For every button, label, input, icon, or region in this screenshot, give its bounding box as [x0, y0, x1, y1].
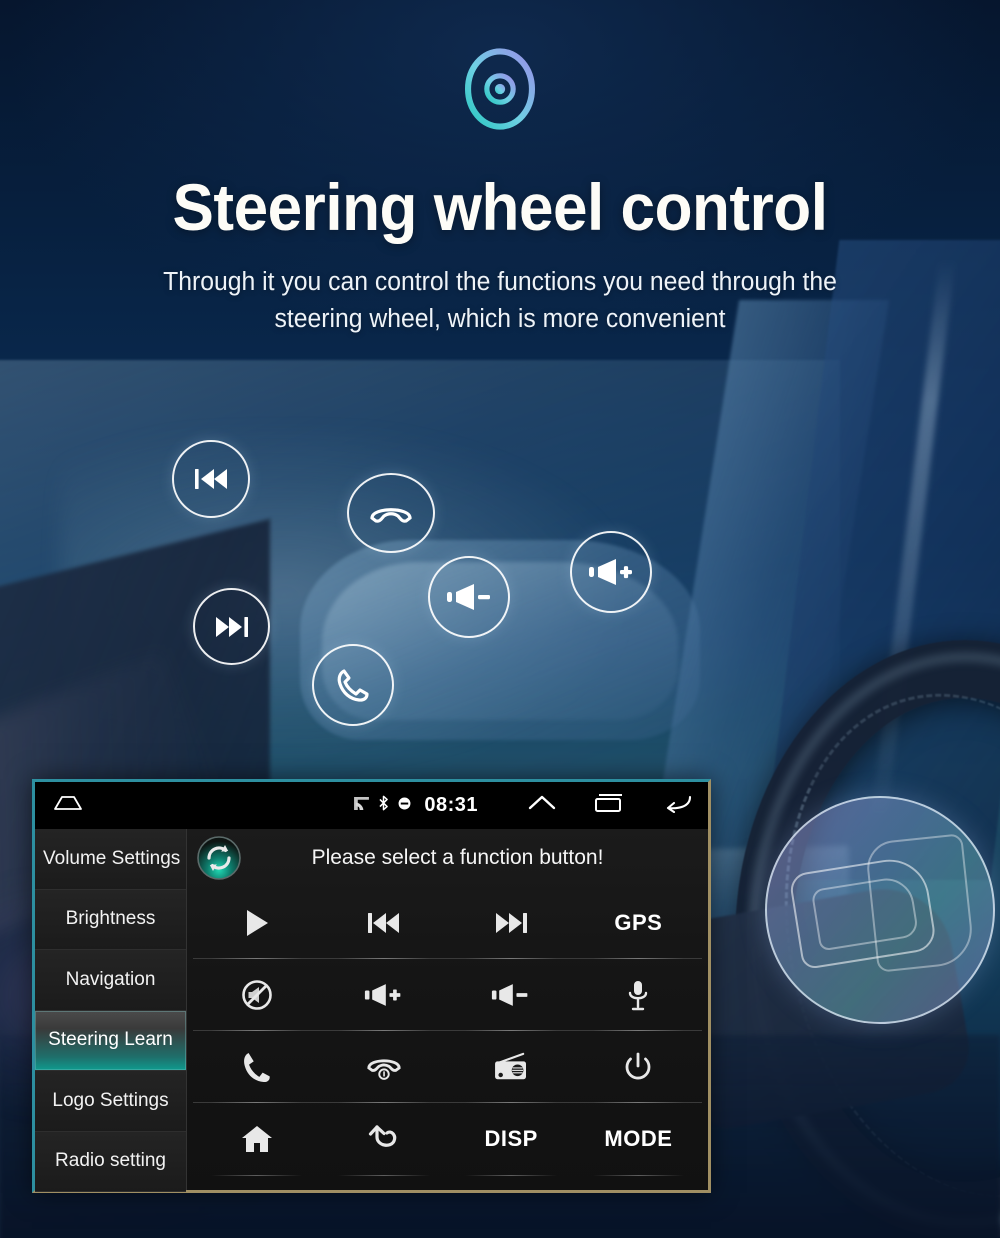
recent-apps-icon[interactable]	[594, 792, 624, 819]
status-bar-indicators: 08:31	[354, 794, 488, 817]
sidebar-item-label: Navigation	[65, 968, 156, 990]
wheel-button-outline-3	[864, 833, 976, 973]
sidebar-item-label: Steering Learn	[48, 1029, 173, 1051]
function-button-disp[interactable]: DISP	[448, 1103, 575, 1176]
function-button-gps[interactable]: GPS	[574, 887, 702, 959]
gps-label: GPS	[614, 909, 663, 935]
do-not-disturb-icon	[398, 797, 411, 815]
settings-sidebar: Volume Settings Brightness Navigation St…	[35, 829, 187, 1192]
navigation-buttons	[528, 792, 692, 819]
floating-previous-track-icon[interactable]	[172, 440, 250, 518]
side-window-highlight	[870, 260, 956, 820]
chevron-up-icon[interactable]	[528, 794, 556, 817]
sidebar-item-label: Logo Settings	[52, 1089, 169, 1111]
page-header: Steering wheel control Through it you ca…	[0, 0, 1000, 338]
function-button-mode[interactable]: MODE	[575, 1103, 702, 1176]
floating-answer-call-icon[interactable]	[312, 644, 394, 726]
reset-sync-icon[interactable]	[195, 834, 243, 882]
back-arrow-icon[interactable]	[662, 793, 692, 818]
steering-wheel-buttons-magnifier	[765, 796, 995, 1024]
function-button-radio[interactable]	[447, 1031, 575, 1103]
sidebar-item-logo-settings[interactable]: Logo Settings	[35, 1071, 186, 1132]
sidebar-item-brightness[interactable]: Brightness	[35, 889, 186, 950]
head-unit-device: 08:31 Volume Settings Brightness Navigat…	[32, 779, 711, 1193]
function-button-mute[interactable]	[193, 959, 321, 1031]
bluetooth-icon	[378, 795, 389, 816]
function-button-back[interactable]	[320, 1103, 447, 1176]
android-status-bar: 08:31	[35, 782, 708, 829]
panel-prompt-text: Please select a function button!	[311, 846, 604, 869]
function-button-volume-down[interactable]	[447, 959, 575, 1031]
sidebar-item-label: Brightness	[65, 908, 156, 930]
sidebar-item-steering-learn[interactable]: Steering Learn	[35, 1010, 186, 1071]
function-button-grid: GPS DISP MODE	[187, 887, 708, 1176]
floating-next-track-icon[interactable]	[193, 588, 270, 665]
sidebar-item-label: Radio setting	[55, 1150, 166, 1172]
steering-wheel-icon	[453, 42, 547, 136]
page-subtitle: Through it you can control the functions…	[163, 268, 837, 333]
function-button-power[interactable]	[574, 1031, 702, 1103]
function-button-play[interactable]	[193, 887, 321, 959]
floating-volume-down-icon[interactable]	[428, 556, 510, 638]
steering-learn-panel: Please select a function button! GPS DIS…	[187, 829, 708, 1190]
function-button-microphone[interactable]	[574, 959, 702, 1031]
function-button-previous-track[interactable]	[320, 887, 448, 959]
mode-label: MODE	[604, 1126, 673, 1151]
floating-hang-up-call-icon[interactable]	[347, 473, 435, 553]
function-button-hang-up-call[interactable]	[320, 1031, 448, 1103]
disp-label: DISP	[484, 1126, 538, 1151]
function-button-answer-call[interactable]	[193, 1031, 321, 1103]
sidebar-item-volume-settings[interactable]: Volume Settings	[35, 829, 186, 890]
function-button-home[interactable]	[193, 1103, 320, 1176]
function-button-volume-up[interactable]	[320, 959, 448, 1031]
floating-volume-up-icon[interactable]	[570, 531, 652, 613]
sidebar-item-label: Volume Settings	[43, 847, 181, 869]
cast-icon	[354, 796, 370, 815]
page-title: Steering wheel control	[172, 170, 828, 244]
function-button-next-track[interactable]	[447, 887, 575, 959]
page-root: Steering wheel control Through it you ca…	[0, 0, 1000, 1238]
sidebar-item-radio-setting[interactable]: Radio setting	[35, 1131, 186, 1192]
panel-header: Please select a function button!	[187, 829, 708, 887]
home-outline-icon[interactable]	[53, 793, 83, 818]
sidebar-item-navigation[interactable]: Navigation	[35, 950, 186, 1011]
status-bar-clock: 08:31	[424, 794, 478, 816]
device-content: Volume Settings Brightness Navigation St…	[35, 829, 708, 1192]
